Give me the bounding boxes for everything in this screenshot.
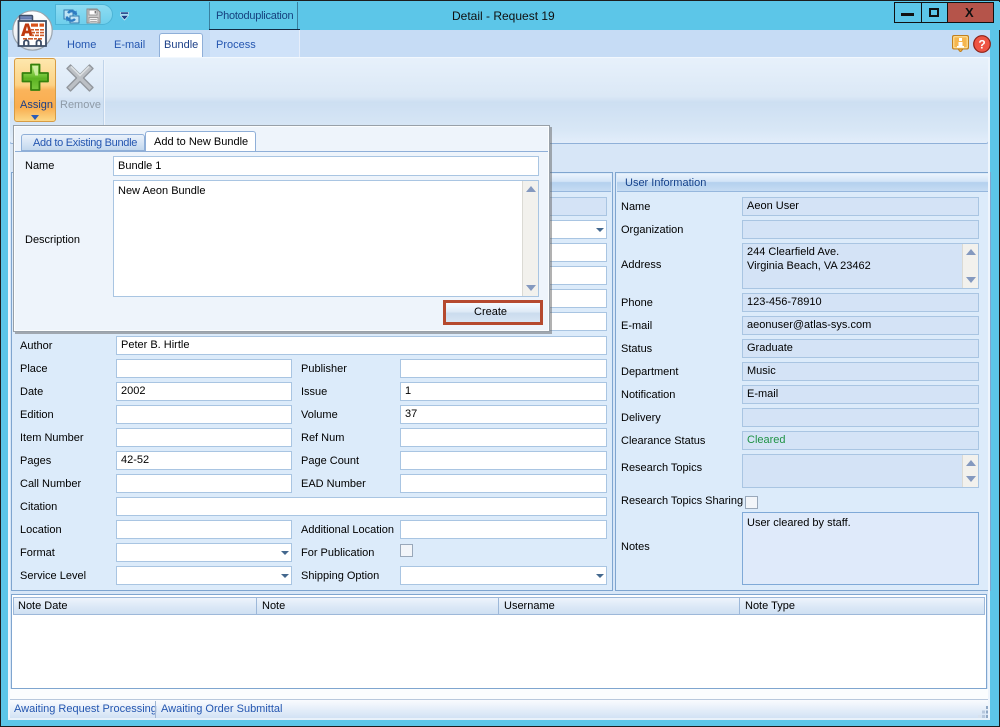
svg-text:?: ? (978, 38, 985, 52)
